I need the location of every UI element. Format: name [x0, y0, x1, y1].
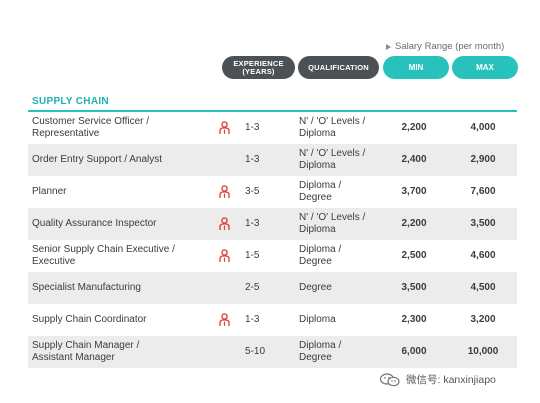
- role-line1: Order Entry Support / Analyst: [32, 154, 163, 165]
- experience-cell: 1-5: [245, 250, 260, 261]
- max-salary-cell: 4,000: [470, 122, 496, 133]
- table-row: Order Entry Support / Analyst 1-3 N' / 'O'…: [28, 144, 517, 176]
- experience-cell: 2-5: [245, 282, 260, 293]
- max-salary-cell: 2,900: [470, 154, 496, 165]
- role-cell: Senior Supply Chain Executive / Executive: [32, 244, 202, 268]
- experience-cell: 1-3: [245, 218, 260, 229]
- experience-cell: 5-10: [245, 346, 266, 357]
- min-salary-cell: 2,200: [401, 218, 427, 229]
- qualification-line1: Diploma /: [299, 180, 342, 191]
- table-row: Specialist Manufacturing 2-5 Degree 3,500 4,…: [28, 272, 517, 304]
- role-line2: Assistant Manager: [32, 352, 115, 363]
- table-row: Supply Chain Coordinator 1-3 Diploma 2,300 3…: [28, 304, 517, 336]
- qualification-line2: Degree: [299, 256, 332, 267]
- qualification-line1: N' / 'O' Levels /: [299, 212, 366, 223]
- role-line1: Planner: [32, 186, 67, 197]
- role-cell: Planner: [32, 186, 202, 198]
- role-cell: Customer Service Officer / Representative: [32, 116, 202, 140]
- salary-table: Customer Service Officer / Representative…: [28, 112, 517, 368]
- section-title: SUPPLY CHAIN: [32, 96, 109, 107]
- triangle-bullet-icon: [386, 43, 391, 50]
- qualification-cell: N' / 'O' Levels / Diploma: [299, 148, 389, 172]
- max-salary-cell: 3,200: [470, 314, 496, 325]
- role-line1: Specialist Manufacturing: [32, 282, 141, 293]
- max-header: MAX: [452, 56, 518, 79]
- qualification-header: QUALIFICATION: [298, 56, 379, 79]
- experience-cell: 1-3: [245, 122, 260, 133]
- qualification-cell: Diploma / Degree: [299, 180, 389, 204]
- min-salary-cell: 6,000: [401, 346, 427, 357]
- qualification-cell: Degree: [299, 282, 389, 294]
- wechat-logo-icon: [379, 372, 400, 387]
- qualification-line2: Diploma: [299, 160, 336, 171]
- max-salary-cell: 3,500: [470, 218, 496, 229]
- qualification-line1: Degree: [299, 282, 332, 293]
- salary-range-note: Salary Range (per month): [386, 41, 504, 52]
- min-salary-cell: 2,400: [401, 154, 427, 165]
- role-line1: Senior Supply Chain Executive /: [32, 244, 175, 255]
- watermark-text: 微信号: kanxinjiapo: [406, 374, 496, 386]
- max-salary-cell: 7,600: [470, 186, 496, 197]
- experience-cell: 3-5: [245, 186, 260, 197]
- table-row: Senior Supply Chain Executive / Executive…: [28, 240, 517, 272]
- salary-range-label: Salary Range (per month): [395, 41, 505, 52]
- role-line1: Supply Chain Manager /: [32, 340, 140, 351]
- role-line1: Supply Chain Coordinator: [32, 314, 147, 325]
- qualification-cell: N' / 'O' Levels / Diploma: [299, 116, 389, 140]
- min-salary-cell: 3,500: [401, 282, 427, 293]
- min-salary-cell: 2,500: [401, 250, 427, 261]
- qualification-line1: Diploma /: [299, 244, 342, 255]
- role-line2: Executive: [32, 256, 76, 267]
- person-icon: [219, 185, 231, 199]
- qualification-cell: N' / 'O' Levels / Diploma: [299, 212, 389, 236]
- role-cell: Order Entry Support / Analyst: [32, 154, 202, 166]
- person-icon: [219, 217, 231, 231]
- min-salary-cell: 2,200: [401, 122, 427, 133]
- role-line2: Representative: [32, 128, 100, 139]
- qualification-line1: Diploma: [299, 314, 336, 325]
- person-icon: [219, 313, 231, 327]
- person-icon: [219, 121, 231, 135]
- qualification-line2: Degree: [299, 352, 332, 363]
- qualification-cell: Diploma / Degree: [299, 340, 389, 364]
- role-cell: Specialist Manufacturing: [32, 282, 202, 294]
- min-header: MIN: [383, 56, 449, 79]
- experience-cell: 1-3: [245, 314, 260, 325]
- max-salary-cell: 4,500: [470, 282, 496, 293]
- experience-cell: 1-3: [245, 154, 260, 165]
- qualification-line2: Diploma: [299, 128, 336, 139]
- table-row: Quality Assurance Inspector 1-3 N' / 'O' L…: [28, 208, 517, 240]
- qualification-cell: Diploma / Degree: [299, 244, 389, 268]
- table-row: Supply Chain Manager / Assistant Manager 5…: [28, 336, 517, 368]
- min-salary-cell: 3,700: [401, 186, 427, 197]
- wechat-watermark: 微信号: kanxinjiapo: [379, 372, 496, 387]
- qualification-line2: Diploma: [299, 224, 336, 235]
- table-row: Planner 3-5 Diploma / Degree 3,700 7,600: [28, 176, 517, 208]
- experience-header: EXPERIENCE (YEARS): [222, 56, 295, 79]
- qualification-line1: Diploma /: [299, 340, 342, 351]
- experience-header-line2: (YEARS): [242, 66, 275, 76]
- person-icon: [219, 249, 231, 263]
- qualification-line2: Degree: [299, 192, 332, 203]
- role-line1: Customer Service Officer /: [32, 116, 150, 127]
- role-cell: Quality Assurance Inspector: [32, 218, 202, 230]
- qualification-cell: Diploma: [299, 314, 389, 326]
- min-salary-cell: 2,300: [401, 314, 427, 325]
- max-salary-cell: 10,000: [467, 346, 499, 357]
- role-cell: Supply Chain Manager / Assistant Manager: [32, 340, 202, 364]
- role-line1: Quality Assurance Inspector: [32, 218, 157, 229]
- max-salary-cell: 4,600: [470, 250, 496, 261]
- role-cell: Supply Chain Coordinator: [32, 314, 202, 326]
- table-row: Customer Service Officer / Representative…: [28, 112, 517, 144]
- qualification-line1: N' / 'O' Levels /: [299, 116, 366, 127]
- qualification-line1: N' / 'O' Levels /: [299, 148, 366, 159]
